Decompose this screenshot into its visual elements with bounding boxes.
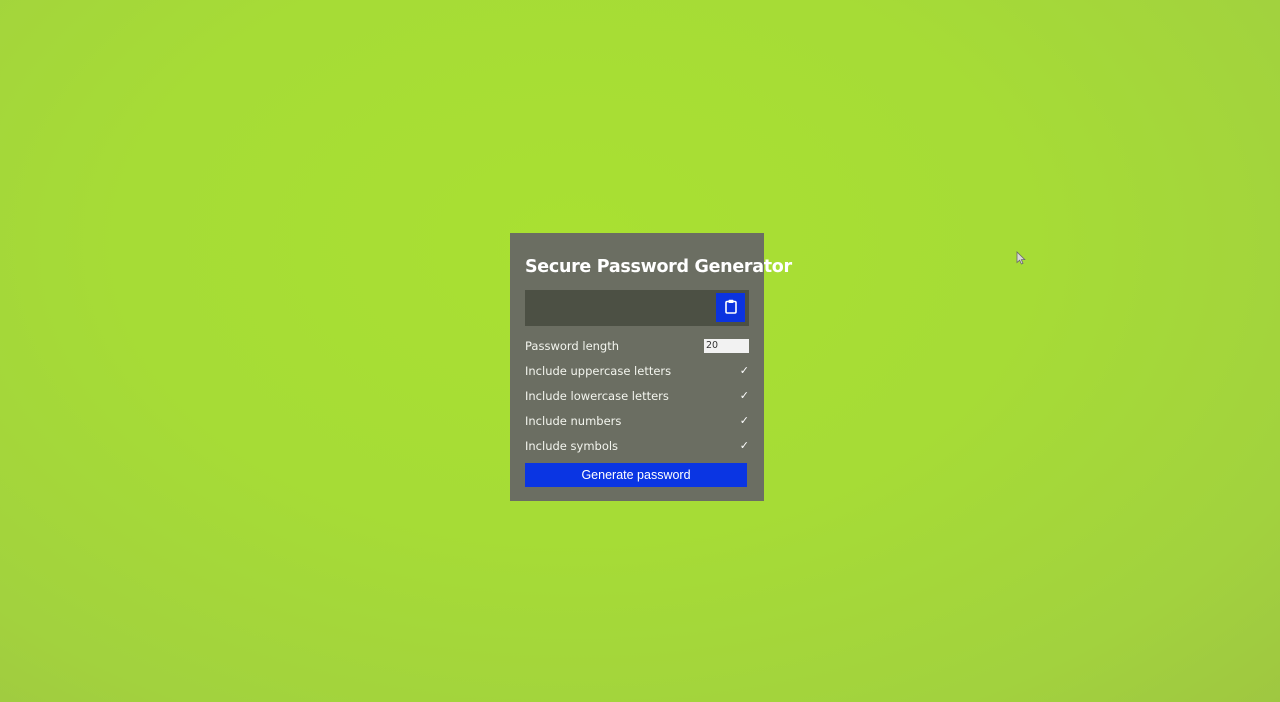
password-length-label: Password length bbox=[525, 338, 620, 353]
copy-to-clipboard-button[interactable] bbox=[716, 293, 745, 322]
symbols-checkbox[interactable]: ✓ bbox=[735, 439, 749, 452]
result-container bbox=[525, 290, 749, 326]
generate-password-button[interactable]: Generate password bbox=[525, 463, 747, 487]
option-numbers-label: Include numbers bbox=[525, 413, 622, 428]
option-symbols-label: Include symbols bbox=[525, 438, 619, 453]
uppercase-checkbox[interactable]: ✓ bbox=[735, 364, 749, 377]
option-uppercase-label: Include uppercase letters bbox=[525, 363, 672, 378]
password-generator-card: Secure Password Generator Password lengt… bbox=[510, 233, 792, 501]
numbers-checkbox[interactable]: ✓ bbox=[735, 414, 749, 427]
clipboard-icon bbox=[724, 299, 737, 317]
option-lowercase-row: Include lowercase letters ✓ bbox=[525, 383, 749, 408]
option-uppercase-row: Include uppercase letters ✓ bbox=[525, 358, 749, 383]
password-length-row: Password length bbox=[525, 333, 749, 358]
lowercase-checkbox[interactable]: ✓ bbox=[735, 389, 749, 402]
mouse-pointer-icon bbox=[1016, 250, 1026, 269]
password-length-input[interactable] bbox=[704, 338, 749, 353]
option-lowercase-label: Include lowercase letters bbox=[525, 388, 669, 403]
option-symbols-row: Include symbols ✓ bbox=[525, 433, 749, 458]
option-numbers-row: Include numbers ✓ bbox=[525, 408, 749, 433]
app-title: Secure Password Generator bbox=[525, 257, 792, 277]
